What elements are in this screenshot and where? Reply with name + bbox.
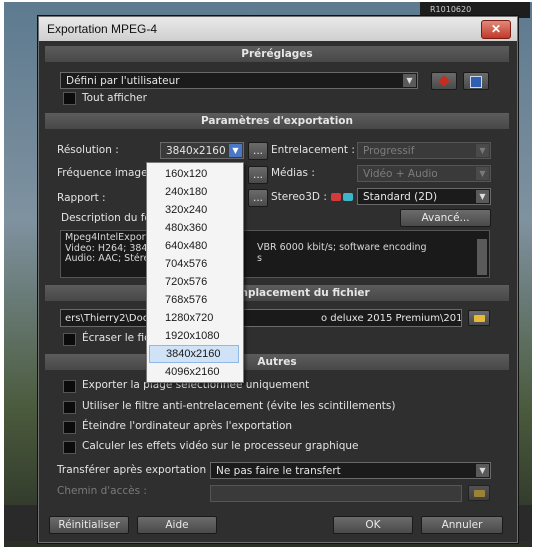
background-timeline-right	[516, 505, 532, 541]
reset-button[interactable]: Réinitialiser	[49, 516, 129, 534]
description-scrollbar[interactable]	[477, 239, 487, 275]
stereo3d-select[interactable]: Standard (2D) ▼	[357, 188, 491, 205]
show-all-checkbox[interactable]	[63, 92, 76, 105]
dialog-titlebar[interactable]: Exportation MPEG-4 ✕	[39, 17, 517, 41]
preset-select-value: Défini par l'utilisateur	[66, 75, 180, 87]
interlace-select-value: Progressif	[363, 145, 415, 157]
interlace-select[interactable]: Progressif ▼	[357, 142, 491, 159]
advanced-button[interactable]: Avancé...	[400, 209, 491, 227]
framerate-more-button[interactable]: ...	[248, 166, 268, 184]
dialog-title: Exportation MPEG-4	[47, 22, 158, 36]
resolution-option[interactable]: 720x576	[149, 273, 239, 291]
resolution-option[interactable]: 1920x1080	[149, 327, 239, 345]
shutdown-checkbox[interactable]	[63, 421, 76, 434]
stereo3d-select-value: Standard (2D)	[363, 191, 438, 203]
resolution-option[interactable]: 480x360	[149, 219, 239, 237]
browse-output-button[interactable]	[468, 310, 490, 326]
resolution-select[interactable]: 3840x2160 ▼	[160, 142, 244, 159]
resolution-option[interactable]: 768x576	[149, 291, 239, 309]
ok-button[interactable]: OK	[333, 516, 413, 534]
chevron-down-icon: ▼	[229, 144, 242, 157]
media-select[interactable]: Vidéo + Audio ▼	[357, 165, 491, 182]
resolution-option[interactable]: 160x120	[149, 165, 239, 183]
resolution-option[interactable]: 4096x2160	[149, 363, 239, 381]
save-icon	[470, 76, 482, 88]
chevron-down-icon: ▼	[476, 167, 489, 180]
description-line-2-right: VBR 6000 kbit/s; software encoding	[257, 242, 427, 253]
resolution-select-value: 3840x2160	[166, 145, 226, 157]
resolution-option[interactable]: 320x240	[149, 201, 239, 219]
media-label: Médias :	[271, 167, 315, 179]
description-line-3-left: Audio: AAC; Stéré	[65, 253, 150, 264]
preset-select[interactable]: Défini par l'utilisateur ▼	[60, 72, 418, 89]
output-path-field[interactable]: ers\Thierry2\Docu o deluxe 2015 Premium\…	[60, 309, 462, 327]
save-preset-button[interactable]	[463, 72, 489, 90]
resolution-option[interactable]: 240x180	[149, 183, 239, 201]
framerate-label: Fréquence image :	[57, 167, 155, 179]
stereo3d-label: Stereo3D :	[271, 191, 327, 203]
chevron-down-icon: ▼	[476, 144, 489, 157]
format-description-box: Mpeg4IntelExport ( Video: H264; 3840 Aud…	[60, 230, 490, 278]
resolution-option[interactable]: 1280x720	[149, 309, 239, 327]
presets-section-header: Préréglages	[45, 46, 509, 62]
deinterlace-checkbox[interactable]	[63, 401, 76, 414]
output-path-right: o deluxe 2015 Premium\2014-09-19 - 02.mp…	[321, 313, 462, 324]
background-timeline-left	[4, 505, 38, 541]
transfer-label: Transférer après exportation :	[57, 464, 213, 476]
folder-icon	[474, 490, 485, 497]
interlace-label: Entrelacement :	[271, 144, 355, 156]
chevron-down-icon: ▼	[476, 464, 489, 477]
file-location-section-header: mplacement du fichier	[45, 285, 509, 301]
help-button[interactable]: Aide	[137, 516, 217, 534]
resolution-more-button[interactable]: ...	[248, 142, 268, 160]
file-location-section-title: mplacement du fichier	[237, 287, 370, 299]
deinterlace-label: Utiliser le filtre anti-entrelacement (é…	[82, 400, 396, 412]
stereo3d-icon	[331, 193, 353, 201]
transfer-path-field[interactable]	[210, 485, 462, 502]
media-select-value: Vidéo + Audio	[363, 168, 438, 180]
resolution-label: Résolution :	[57, 144, 119, 156]
resolution-option-selected[interactable]: 3840x2160	[149, 345, 239, 363]
resolution-option[interactable]: 640x480	[149, 237, 239, 255]
export-dialog: Exportation MPEG-4 ✕ Préréglages Défini …	[38, 16, 518, 543]
export-range-checkbox[interactable]	[63, 380, 76, 393]
path-label: Chemin d'accès :	[57, 485, 147, 497]
gpu-effects-checkbox[interactable]	[63, 441, 76, 454]
close-button[interactable]: ✕	[481, 20, 511, 39]
resolution-option[interactable]: 704x576	[149, 255, 239, 273]
output-path-left: ers\Thierry2\Docu	[65, 313, 155, 324]
others-section-header: Autres	[45, 354, 509, 370]
transfer-select[interactable]: Ne pas faire le transfert ▼	[210, 462, 491, 479]
chevron-down-icon: ▼	[403, 74, 416, 87]
close-icon: ✕	[490, 22, 502, 36]
show-all-label: Tout afficher	[82, 92, 147, 104]
description-line-3-right: s	[257, 253, 262, 264]
transfer-select-value: Ne pas faire le transfert	[216, 465, 341, 477]
delete-preset-button[interactable]	[431, 72, 457, 90]
chevron-down-icon: ▼	[476, 190, 489, 203]
ratio-label: Rapport :	[57, 192, 106, 204]
browse-transfer-button[interactable]	[468, 485, 490, 501]
gpu-effects-label: Calculer les effets vidéo sur le process…	[82, 440, 359, 452]
overwrite-checkbox[interactable]	[63, 333, 76, 346]
cancel-button[interactable]: Annuler	[421, 516, 503, 534]
export-params-section-header: Paramètres d'exportation	[45, 113, 509, 129]
description-label: Description du for	[61, 212, 156, 224]
delete-icon	[438, 75, 450, 87]
resolution-dropdown-list[interactable]: 160x120 240x180 320x240 480x360 640x480 …	[146, 162, 244, 383]
ratio-more-button[interactable]: ...	[248, 189, 268, 207]
folder-icon	[474, 315, 485, 322]
shutdown-label: Éteindre l'ordinateur après l'exportatio…	[82, 420, 293, 432]
